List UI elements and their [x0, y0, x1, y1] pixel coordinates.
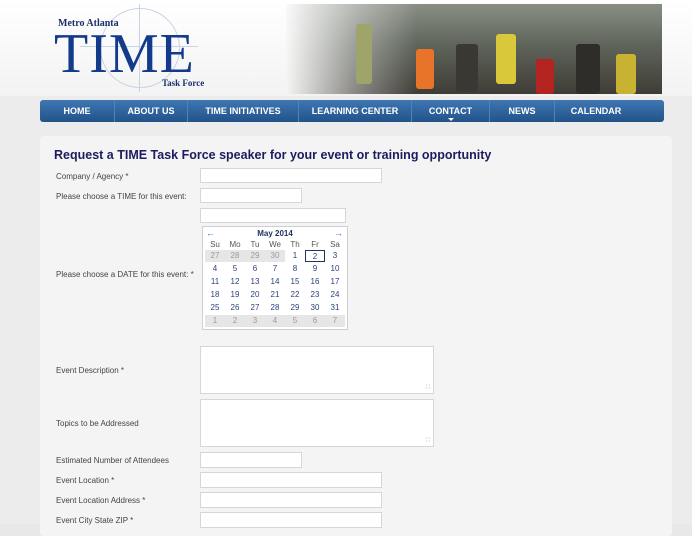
calendar-day[interactable]: 27: [205, 250, 225, 262]
calendar-day[interactable]: 15: [285, 276, 305, 288]
calendar-day[interactable]: 8: [285, 263, 305, 275]
calendar-day[interactable]: 20: [245, 289, 265, 301]
calendar-day[interactable]: 1: [285, 250, 305, 262]
calendar-day[interactable]: 29: [285, 302, 305, 314]
calendar-day[interactable]: 28: [265, 302, 285, 314]
calendar-month-label: May 2014: [257, 229, 293, 238]
calendar-day[interactable]: 6: [305, 315, 325, 327]
weekday-header: Fr: [311, 240, 319, 249]
calendar-day[interactable]: 26: [225, 302, 245, 314]
calendar-day[interactable]: 6: [245, 263, 265, 275]
date-label: Please choose a DATE for this event: *: [56, 270, 194, 279]
calendar-day[interactable]: 30: [265, 250, 285, 262]
calendar-day[interactable]: 10: [325, 263, 345, 275]
nav-home[interactable]: HOME: [40, 100, 115, 122]
resize-grip-icon[interactable]: ∷: [426, 384, 430, 391]
photo-figure: [536, 59, 554, 94]
calendar-day[interactable]: 4: [265, 315, 285, 327]
calendar-day[interactable]: 22: [285, 289, 305, 301]
nav-news[interactable]: NEWS: [490, 100, 555, 122]
calendar-day[interactable]: 3: [325, 250, 345, 262]
calendar-day[interactable]: 5: [285, 315, 305, 327]
address-label: Event Location Address *: [56, 496, 146, 505]
calendar-day[interactable]: 23: [305, 289, 325, 301]
nav-about-us[interactable]: ABOUT US: [115, 100, 188, 122]
topics-textarea[interactable]: ∷: [200, 399, 434, 447]
calendar-day[interactable]: 7: [325, 315, 345, 327]
attendees-input[interactable]: [200, 452, 302, 468]
city-input[interactable]: [200, 512, 382, 528]
logo-word: TIME: [54, 23, 195, 85]
topics-label: Topics to be Addressed: [56, 419, 139, 428]
location-input[interactable]: [200, 472, 382, 488]
logo[interactable]: Metro Atlanta TIME Task Force: [52, 4, 212, 92]
calendar-day[interactable]: 9: [305, 263, 325, 275]
resize-grip-icon[interactable]: ∷: [426, 437, 430, 444]
calendar-day[interactable]: 5: [225, 263, 245, 275]
company-label: Company / Agency *: [56, 172, 129, 181]
photo-figure: [356, 24, 372, 84]
calendar-day[interactable]: 1: [205, 315, 225, 327]
calendar-day[interactable]: 31: [325, 302, 345, 314]
weekday-header: Su: [210, 240, 220, 249]
page-title: Request a TIME Task Force speaker for yo…: [54, 148, 492, 162]
address-input[interactable]: [200, 492, 382, 508]
weekday-header: Th: [290, 240, 300, 249]
time-input[interactable]: [200, 188, 302, 203]
weekday-header: Mo: [229, 240, 241, 249]
calendar-day[interactable]: 2: [305, 250, 325, 262]
calendar-day[interactable]: 11: [205, 276, 225, 288]
page: Metro Atlanta TIME Task Force HOME ABOUT…: [0, 0, 692, 536]
location-label: Event Location *: [56, 476, 115, 485]
weekday-header: We: [269, 240, 281, 249]
calendar-day[interactable]: 13: [245, 276, 265, 288]
photo-figure: [456, 44, 478, 92]
next-month-arrow-icon[interactable]: →: [334, 228, 343, 238]
photo-figure: [416, 49, 434, 89]
weekday-header: Sa: [330, 240, 340, 249]
description-textarea[interactable]: ∷: [200, 346, 434, 394]
calendar-day[interactable]: 27: [245, 302, 265, 314]
nav-calendar[interactable]: CALENDAR: [555, 100, 637, 122]
dropdown-arrow-icon: [447, 118, 454, 121]
calendar-day[interactable]: 29: [245, 250, 265, 262]
nav-contact[interactable]: CONTACT: [412, 100, 490, 122]
calendar-day[interactable]: 17: [325, 276, 345, 288]
company-input[interactable]: [200, 168, 382, 183]
nav-learning-center[interactable]: LEARNING CENTER: [299, 100, 412, 122]
weekday-header: Tu: [250, 240, 260, 249]
date-picker-calendar: ← May 2014 → Su Mo Tu We Th Fr Sa 27 28 29 30 1 2 3 4 5…: [202, 226, 348, 330]
calendar-day[interactable]: 7: [265, 263, 285, 275]
nav-contact-label: CONTACT: [428, 106, 473, 116]
photo-figure: [576, 44, 600, 94]
description-label: Event Description *: [56, 366, 125, 375]
calendar-day[interactable]: 2: [225, 315, 245, 327]
calendar-day[interactable]: 3: [245, 315, 265, 327]
site-header: Metro Atlanta TIME Task Force: [0, 0, 692, 96]
main-nav: HOME ABOUT US TIME INITIATIVES LEARNING …: [40, 100, 664, 122]
calendar-day[interactable]: 19: [225, 289, 245, 301]
logo-task-force-text: Task Force: [162, 78, 205, 88]
date-input[interactable]: [200, 208, 346, 223]
photo-figure: [496, 34, 516, 84]
calendar-day[interactable]: 30: [305, 302, 325, 314]
header-photo: [286, 4, 662, 94]
calendar-day[interactable]: 18: [205, 289, 225, 301]
calendar-day[interactable]: 21: [265, 289, 285, 301]
attendees-label: Estimated Number of Attendees: [56, 456, 169, 465]
calendar-day[interactable]: 24: [325, 289, 345, 301]
calendar-day[interactable]: 14: [265, 276, 285, 288]
calendar-day[interactable]: 16: [305, 276, 325, 288]
calendar-day[interactable]: 25: [205, 302, 225, 314]
photo-figure: [616, 54, 636, 94]
calendar-day[interactable]: 28: [225, 250, 245, 262]
calendar-day[interactable]: 12: [225, 276, 245, 288]
calendar-day[interactable]: 4: [205, 263, 225, 275]
time-label: Please choose a TIME for this event:: [56, 192, 187, 201]
nav-time-initiatives[interactable]: TIME INITIATIVES: [188, 100, 299, 122]
